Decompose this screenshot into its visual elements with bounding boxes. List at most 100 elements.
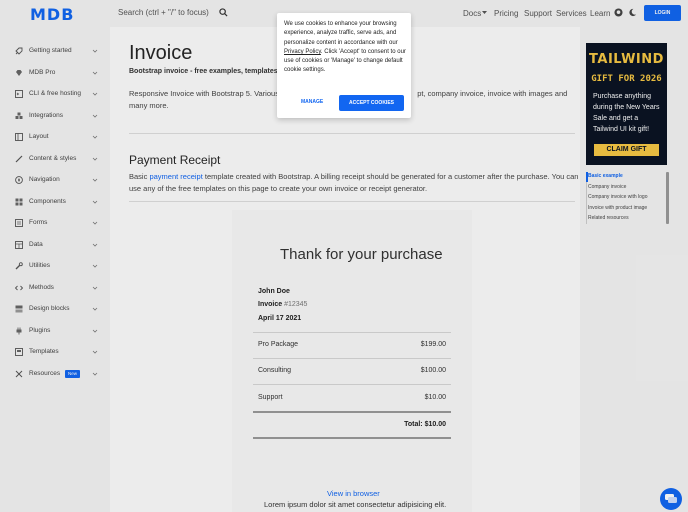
- layout-icon: [15, 133, 23, 141]
- nav-docs[interactable]: Docs: [463, 9, 481, 18]
- sidebar-item-label: Components: [29, 198, 66, 205]
- receipt-divider: [253, 384, 451, 385]
- receipt-divider: [253, 332, 451, 333]
- sidebar-item-design-blocks[interactable]: Design blocks: [0, 301, 108, 317]
- sidebar-item-components[interactable]: Components: [0, 194, 108, 210]
- view-in-browser-link[interactable]: View in browser: [327, 489, 380, 498]
- sidebar-item-utilities[interactable]: Utilities: [0, 258, 108, 274]
- sidebar-item-label: Methods: [29, 284, 54, 291]
- sidebar-item-label: Resources: [29, 370, 61, 377]
- sidebar-item-plugins[interactable]: Plugins: [0, 323, 108, 339]
- sidebar-item-label: Utilities: [29, 262, 50, 269]
- search-icon[interactable]: [219, 8, 228, 17]
- sidebar-item-methods[interactable]: Methods: [0, 280, 108, 296]
- line-item-label: Consulting: [258, 367, 292, 374]
- toc-item-related-resources[interactable]: Related resources: [588, 215, 629, 221]
- search-input[interactable]: Search (ctrl + "/" to focus): [118, 8, 209, 17]
- line-item-amount: $199.00: [420, 341, 446, 348]
- nav-support[interactable]: Support: [524, 9, 552, 18]
- nav-services[interactable]: Services: [556, 9, 587, 18]
- github-icon[interactable]: [614, 8, 623, 17]
- chat-button[interactable]: [660, 488, 682, 510]
- sidebar-item-templates[interactable]: Templates: [0, 344, 108, 360]
- sidebar-item-integrations[interactable]: Integrations: [0, 108, 108, 124]
- receipt-divider: [253, 411, 451, 413]
- chevron-down-icon: [92, 200, 98, 204]
- scrollbar-thumb[interactable]: [666, 172, 669, 224]
- sidebar-item-label: Design blocks: [29, 305, 70, 312]
- invoice-date: April 17 2021: [258, 315, 302, 322]
- line-item-amount: $100.00: [420, 367, 446, 374]
- ad-title: TAILWIND: [589, 52, 664, 67]
- code-icon: [15, 285, 23, 291]
- sidebar-item-getting-started[interactable]: Getting started: [0, 43, 108, 59]
- sidebar-item-content-styles[interactable]: Content & styles: [0, 151, 108, 167]
- toc-item-company-invoice[interactable]: Company invoice: [588, 184, 626, 190]
- sidebar-item-cli[interactable]: CLI & free hosting: [0, 86, 108, 102]
- login-button[interactable]: LOGIN: [644, 5, 681, 21]
- brush-icon: [15, 155, 23, 163]
- receipt-divider: [253, 358, 451, 359]
- ad-subtitle: GIFT FOR 2026: [591, 74, 662, 84]
- toc-item-invoice-product-image[interactable]: Invoice with product image: [588, 205, 647, 211]
- accept-cookies-button[interactable]: ACCEPT COOKIES: [339, 95, 404, 111]
- nav-pricing[interactable]: Pricing: [494, 9, 518, 18]
- nav-learn[interactable]: Learn: [590, 9, 610, 18]
- chevron-down-icon: [92, 286, 98, 290]
- tailwind-ad[interactable]: TAILWIND GIFT FOR 2026 Purchase anything…: [586, 43, 667, 165]
- sidebar-item-layout[interactable]: Layout: [0, 129, 108, 145]
- rocket-icon: [15, 47, 23, 55]
- chevron-down-icon: [92, 71, 98, 75]
- wrench-icon: [15, 262, 23, 270]
- gem-icon: [16, 70, 22, 76]
- sidebar-item-navigation[interactable]: Navigation: [0, 172, 108, 188]
- ad-body: Purchase anything during the New Years S…: [593, 93, 660, 133]
- new-badge: New: [65, 370, 81, 378]
- section-description: Basic payment receipt template created w…: [129, 171, 579, 195]
- chat-icon: [665, 494, 677, 503]
- lead-start: Responsive Invoice with Bootstrap 5. Var…: [129, 89, 286, 98]
- line-item-label: Pro Package: [258, 341, 299, 348]
- sidebar-item-mdb-pro[interactable]: MDB Pro: [0, 65, 108, 81]
- sidebar-item-label: Layout: [29, 133, 49, 140]
- customer-name: John Doe: [258, 288, 290, 295]
- blocks-icon: [15, 305, 23, 313]
- claim-gift-button[interactable]: CLAIM GIFT: [594, 144, 659, 156]
- template-icon: [15, 348, 23, 356]
- table-icon: [15, 241, 23, 249]
- sidebar-item-label: Forms: [29, 219, 48, 226]
- payment-receipt-link[interactable]: payment receipt: [149, 172, 202, 181]
- invoice-label: Invoice: [258, 301, 283, 308]
- components-icon: [15, 198, 23, 206]
- invoice-id: #12345: [284, 301, 308, 308]
- toc-item-company-invoice-logo[interactable]: Company invoice with logo: [588, 194, 647, 200]
- sidebar-item-resources[interactable]: Resources New: [0, 366, 108, 382]
- line-item-label: Support: [258, 394, 283, 401]
- sidebar-item-forms[interactable]: Forms: [0, 215, 108, 231]
- mdb-logo[interactable]: MDB: [30, 5, 74, 24]
- invoice-number: Invoice #12345: [258, 301, 307, 308]
- desc-text: Basic: [129, 172, 150, 181]
- cookie-consent-dialog: We use cookies to enhance your browsing …: [277, 13, 411, 118]
- sidebar-item-label: Content & styles: [29, 155, 77, 162]
- plug-icon: [16, 327, 22, 335]
- manage-cookies-button[interactable]: MANAGE: [301, 99, 323, 105]
- sidebar-item-label: Data: [29, 241, 43, 248]
- divider: [129, 201, 575, 202]
- receipt-footer-text: Lorem ipsum dolor sit amet consectetur a…: [264, 500, 447, 509]
- dark-mode-icon[interactable]: [628, 8, 637, 17]
- section-title: Payment Receipt: [129, 153, 221, 167]
- sidebar-item-label: CLI & free hosting: [29, 90, 82, 97]
- sidebar-item-data[interactable]: Data: [0, 237, 108, 253]
- cubes-icon: [15, 112, 23, 119]
- sidebar-item-label: Integrations: [29, 112, 63, 119]
- chevron-down-icon: [92, 92, 98, 96]
- chevron-down-icon: [92, 243, 98, 247]
- chevron-down-icon: [92, 49, 98, 53]
- sidebar: Getting started MDB Pro CLI & free hosti…: [0, 37, 108, 512]
- toc-item-basic-example[interactable]: Basic example: [588, 173, 623, 179]
- chevron-down-icon: [92, 178, 98, 182]
- privacy-policy-link[interactable]: Privacy Policy: [284, 49, 321, 55]
- chevron-down-icon: [92, 264, 98, 268]
- cookie-message: We use cookies to enhance your browsing …: [284, 20, 406, 76]
